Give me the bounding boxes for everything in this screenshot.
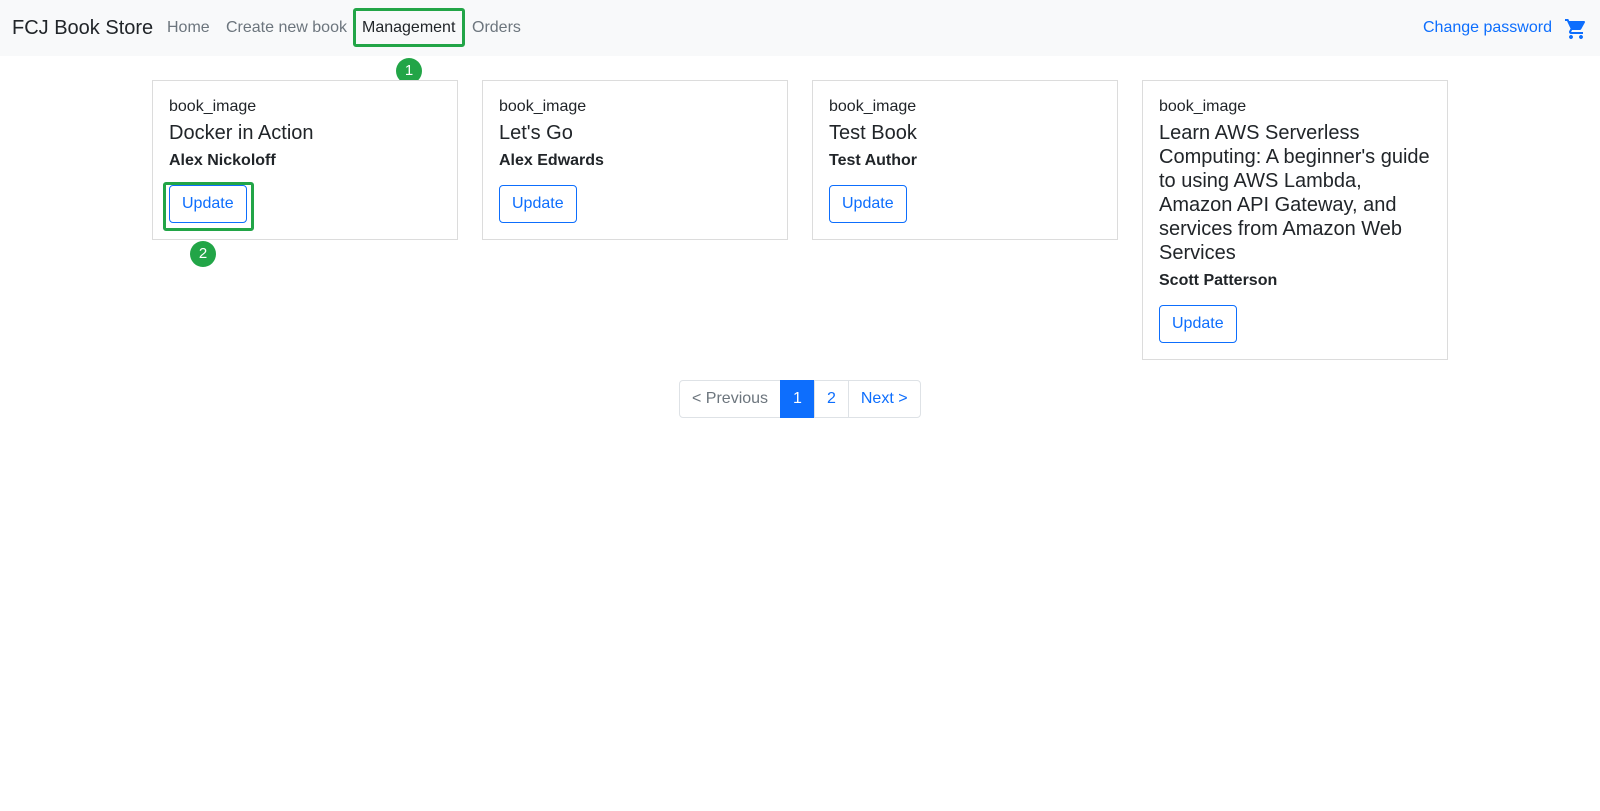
book-image: book_image xyxy=(169,98,257,115)
book-title: Docker in Action xyxy=(169,122,314,144)
book-image: book_image xyxy=(1159,98,1247,115)
pagination-next[interactable]: Next > xyxy=(847,380,921,418)
brand-link[interactable]: FCJ Book Store xyxy=(12,16,153,40)
book-card: book_image Test Book Test Author Update xyxy=(812,80,1118,240)
book-title: Learn AWS Serverless Computing: A beginn… xyxy=(1159,122,1430,264)
update-button[interactable]: Update xyxy=(829,185,907,223)
update-button[interactable]: Update xyxy=(499,185,577,223)
pagination-page-2[interactable]: 2 xyxy=(813,380,849,418)
book-author: Alex Edwards xyxy=(499,152,604,169)
book-card: book_image Learn AWS Serverless Computin… xyxy=(1142,80,1448,360)
nav-home[interactable]: Home xyxy=(167,18,210,38)
nav-management[interactable]: Management xyxy=(362,18,455,38)
book-title: Test Book xyxy=(829,122,917,144)
pagination-previous[interactable]: < Previous xyxy=(679,380,782,418)
change-password-link[interactable]: Change password xyxy=(1423,18,1552,38)
pagination-page-1[interactable]: 1 xyxy=(780,380,815,418)
update-button[interactable]: Update xyxy=(169,185,247,223)
book-author: Alex Nickoloff xyxy=(169,152,276,169)
cart-icon[interactable] xyxy=(1564,17,1588,41)
book-card: book_image Let's Go Alex Edwards Update xyxy=(482,80,788,240)
book-author: Scott Patterson xyxy=(1159,272,1278,289)
book-image: book_image xyxy=(499,98,587,115)
nav-create-new-book[interactable]: Create new book xyxy=(226,18,347,38)
update-button[interactable]: Update xyxy=(1159,305,1237,343)
book-image: book_image xyxy=(829,98,917,115)
book-author: Test Author xyxy=(829,152,917,169)
pagination: < Previous 1 2 Next > xyxy=(679,380,921,418)
nav-orders[interactable]: Orders xyxy=(472,18,521,38)
navbar: FCJ Book Store Home Create new book Mana… xyxy=(0,0,1600,56)
book-title: Let's Go xyxy=(499,122,573,144)
book-card: book_image Docker in Action Alex Nickolo… xyxy=(152,80,458,240)
annotation-badge-2: 2 xyxy=(190,241,216,267)
